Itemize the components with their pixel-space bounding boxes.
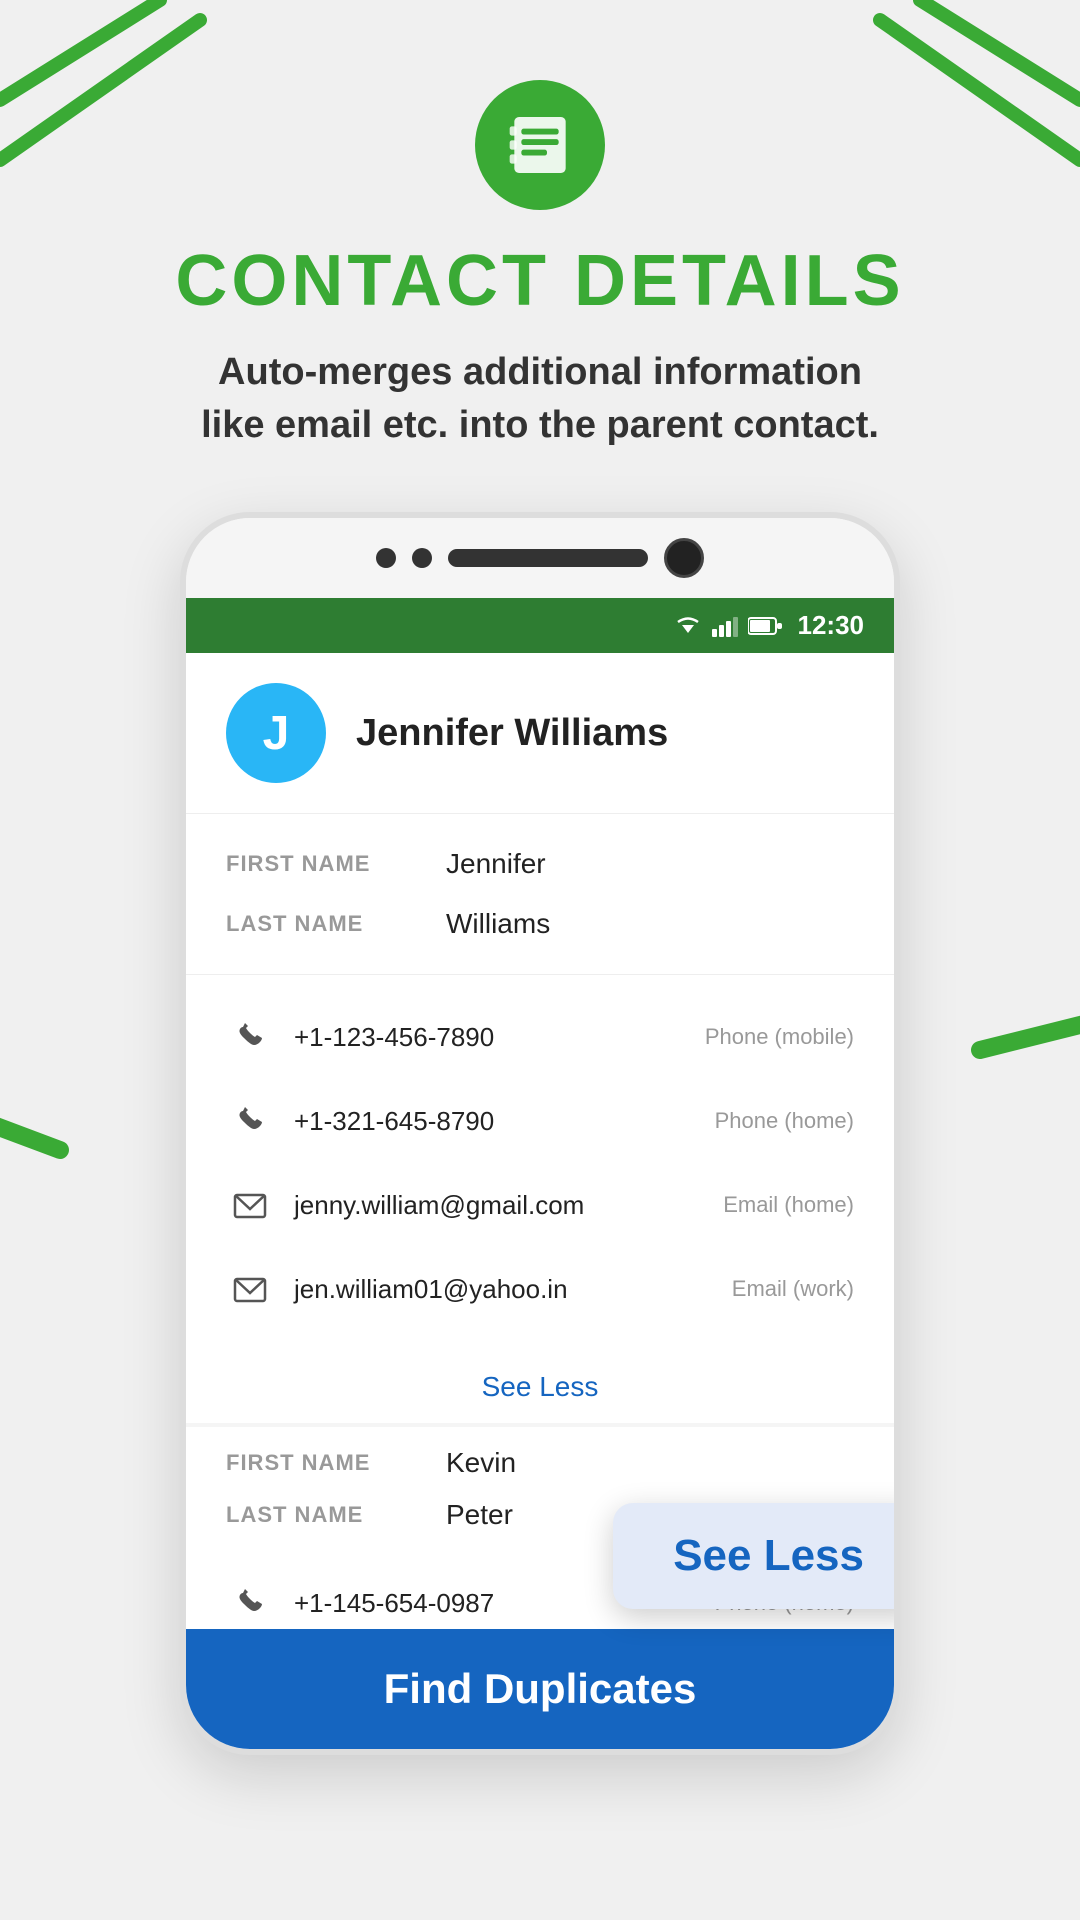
status-bar-time: 12:30 [798,610,865,641]
contact-fields-1: FIRST NAME Jennifer LAST NAME Williams [186,814,894,975]
find-duplicates-button[interactable]: Find Duplicates [186,1629,894,1749]
page-subtitle: Auto-merges additional information like … [150,346,930,452]
phone-row-1: +1-123-456-7890 Phone (mobile) [226,995,854,1079]
status-bar: 12:30 [186,598,894,653]
last-name-row: LAST NAME Williams [226,894,854,954]
phone-1-type: Phone (mobile) [705,1024,854,1050]
phone-content-area: J Jennifer Williams FIRST NAME Jennifer … [186,653,894,1749]
see-less-popup[interactable]: See Less [613,1503,900,1609]
phone-mockup: 12:30 J Jennifer Williams FIRST NAME Jen… [0,512,1080,1755]
email-row-1: jenny.william@gmail.com Email (home) [226,1163,854,1247]
email-row-2: jen.william01@yahoo.in Email (work) [226,1247,854,1331]
page-title: CONTACT DETAILS [175,240,904,322]
phone-top-bar [186,518,894,598]
c2-first-name-label: FIRST NAME [226,1450,446,1476]
status-icons [674,615,782,637]
email-icon-2 [226,1265,274,1313]
phone-2-number: +1-321-645-8790 [294,1106,695,1137]
wifi-icon [674,615,702,637]
c2-last-name-label: LAST NAME [226,1502,446,1528]
contact-book-icon [505,110,575,180]
signal-icon [712,615,738,637]
first-name-label: FIRST NAME [226,851,446,877]
phone-frame: 12:30 J Jennifer Williams FIRST NAME Jen… [180,512,900,1755]
contact-info-list-1: +1-123-456-7890 Phone (mobile) +1-321-64… [186,975,894,1351]
first-name-row: FIRST NAME Jennifer [226,834,854,894]
c2-last-name-value: Peter [446,1499,513,1531]
phone-row-2: +1-321-645-8790 Phone (home) [226,1079,854,1163]
contact-card-1: J Jennifer Williams FIRST NAME Jennifer … [186,653,894,1423]
phone-2-type: Phone (home) [715,1108,854,1134]
sensor-dot-2 [412,548,432,568]
phone-icon-1 [226,1013,274,1061]
last-name-label: LAST NAME [226,911,446,937]
sensor-dot-1 [376,548,396,568]
c2-phone-icon [226,1579,274,1627]
contact-avatar-1: J [226,683,326,783]
phone-icon-2 [226,1097,274,1145]
sensor-bar [448,549,648,567]
sensor-camera [664,538,704,578]
email-2-type: Email (work) [732,1276,854,1302]
see-less-popup-text: See Less [673,1531,864,1580]
c2-first-name-row: FIRST NAME Kevin [226,1437,854,1489]
battery-icon [748,615,782,637]
email-icon-1 [226,1181,274,1229]
first-name-value: Jennifer [446,848,546,880]
contact-name-1: Jennifer Williams [356,712,668,755]
app-icon-circle [475,80,605,210]
phone-1-number: +1-123-456-7890 [294,1022,685,1053]
email-2-address: jen.william01@yahoo.in [294,1274,712,1305]
c2-first-name-value: Kevin [446,1447,516,1479]
find-duplicates-label: Find Duplicates [384,1665,697,1712]
contact-header-1: J Jennifer Williams [186,653,894,814]
email-1-type: Email (home) [723,1192,854,1218]
last-name-value: Williams [446,908,550,940]
email-1-address: jenny.william@gmail.com [294,1190,703,1221]
see-less-button[interactable]: See Less [186,1351,894,1423]
